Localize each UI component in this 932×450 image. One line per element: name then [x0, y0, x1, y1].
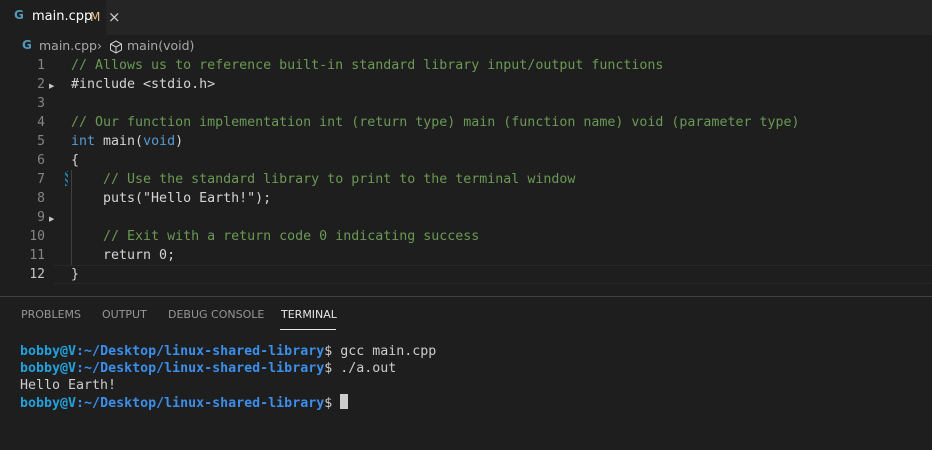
prompt-path: :~/Desktop/linux-shared-library	[76, 344, 325, 359]
code-text: // Use the standard library to print to …	[71, 170, 575, 189]
code-line[interactable]: 1 // Allows us to reference built-in stan…	[0, 56, 932, 75]
terminal-line: bobby@V:~/Desktop/linux-shared-library$	[20, 394, 436, 411]
tab-terminal[interactable]: TERMINAL	[281, 308, 337, 321]
prompt-path: :~/Desktop/linux-shared-library	[76, 396, 325, 411]
active-tab-indicator	[280, 329, 336, 330]
line-number: 11	[29, 248, 45, 263]
fold-arrow-icon[interactable]: ▶	[49, 215, 54, 223]
terminal-line: bobby@V:~/Desktop/linux-shared-library$ …	[20, 360, 436, 377]
prompt-user: bobby@V	[20, 344, 77, 359]
line-number: 3	[37, 96, 45, 111]
modified-badge: M	[90, 10, 101, 24]
code-text: puts("Hello Earth!");	[71, 189, 271, 208]
code-line[interactable]: 7 // Use the standard library to print t…	[0, 170, 932, 189]
code-token: // Exit with a return code 0 indicating …	[103, 229, 480, 244]
code-token: // Use the standard library to print to …	[103, 172, 576, 187]
terminal-line: Hello Earth!	[20, 377, 436, 394]
terminal-command: $ ./a.out	[324, 361, 397, 376]
line-number: 6	[37, 153, 45, 168]
line-number: 4	[37, 115, 45, 130]
code-line[interactable]: 5 int main(void)	[0, 132, 932, 151]
code-line[interactable]: 10 // Exit with a return code 0 indicati…	[0, 227, 932, 246]
prompt-path: :~/Desktop/linux-shared-library	[76, 361, 325, 376]
code-token: int	[71, 134, 96, 149]
cpp-file-icon: G	[22, 38, 32, 52]
line-number: 7	[37, 172, 45, 187]
code-token: return 0;	[71, 248, 176, 263]
terminal-cursor	[340, 394, 349, 409]
line-number: 9	[37, 210, 45, 225]
close-icon[interactable]: ×	[108, 8, 121, 26]
line-number: 1	[37, 58, 45, 73]
line-number: 2	[37, 77, 45, 92]
code-text: // Allows us to reference built-in stand…	[71, 56, 663, 75]
breadcrumb: G main.cpp › main(void)	[0, 36, 932, 56]
code-token: #include <stdio.h>	[71, 77, 216, 92]
line-number: 10	[29, 229, 45, 244]
code-token: // Allows us to reference built-in stand…	[71, 58, 664, 73]
breadcrumb-symbol[interactable]: main(void)	[127, 38, 194, 53]
editor-tab-bar: G main.cpp M ×	[0, 0, 932, 35]
tab-main-cpp[interactable]: G main.cpp M ×	[0, 0, 121, 35]
terminal-command: $ gcc main.cpp	[324, 344, 437, 359]
code-line[interactable]: 9 ▶	[0, 208, 932, 227]
code-token: )	[175, 134, 184, 149]
tab-problems[interactable]: PROBLEMS	[21, 308, 81, 321]
code-text: return 0;	[71, 246, 175, 265]
bottom-panel: PROBLEMS OUTPUT DEBUG CONSOLE TERMINAL b…	[0, 296, 932, 450]
code-line[interactable]: 6{	[0, 151, 932, 170]
code-text: {	[71, 151, 79, 170]
code-line[interactable]: 11 return 0;	[0, 246, 932, 265]
code-text: // Our function implementation int (retu…	[71, 113, 800, 132]
terminal-output[interactable]: bobby@V:~/Desktop/linux-shared-library$ …	[20, 343, 436, 411]
code-token: // Our function implementation int (retu…	[71, 115, 800, 130]
code-text: }	[71, 265, 79, 284]
code-text: // Exit with a return code 0 indicating …	[71, 227, 479, 246]
code-line[interactable]: 8 puts("Hello Earth!");	[0, 189, 932, 208]
code-text: int main(void)	[71, 132, 183, 151]
code-token: main(	[95, 134, 144, 149]
code-token: {	[71, 153, 80, 168]
tab-output[interactable]: OUTPUT	[102, 308, 147, 321]
breadcrumb-file[interactable]: main.cpp	[39, 38, 97, 53]
tab-debug-console[interactable]: DEBUG CONSOLE	[168, 308, 264, 321]
line-number: 8	[37, 191, 45, 206]
fold-arrow-icon[interactable]: ▶	[49, 82, 54, 90]
code-line[interactable]: 4 // Our function implementation int (ret…	[0, 113, 932, 132]
code-line[interactable]: 12}	[0, 265, 932, 284]
code-text: #include <stdio.h>	[71, 75, 215, 94]
prompt-user: bobby@V	[20, 361, 77, 376]
line-number: 12	[29, 267, 45, 282]
cpp-file-icon: G	[14, 8, 24, 22]
terminal-line: bobby@V:~/Desktop/linux-shared-library$ …	[20, 343, 436, 360]
code-token: puts("Hello Earth!");	[71, 191, 272, 206]
terminal-output-text: Hello Earth!	[20, 378, 117, 393]
code-line[interactable]: 3	[0, 94, 932, 113]
code-line[interactable]: 2 ▶ #include <stdio.h>	[0, 75, 932, 94]
code-token: }	[71, 267, 80, 282]
chevron-right-icon: ›	[97, 38, 102, 53]
terminal-command: $	[324, 396, 341, 411]
prompt-user: bobby@V	[20, 396, 77, 411]
code-token: void	[143, 134, 176, 149]
tab-label: main.cpp	[32, 9, 93, 24]
line-number: 5	[37, 134, 45, 149]
code-editor[interactable]: 1 // Allows us to reference built-in stan…	[0, 56, 932, 286]
